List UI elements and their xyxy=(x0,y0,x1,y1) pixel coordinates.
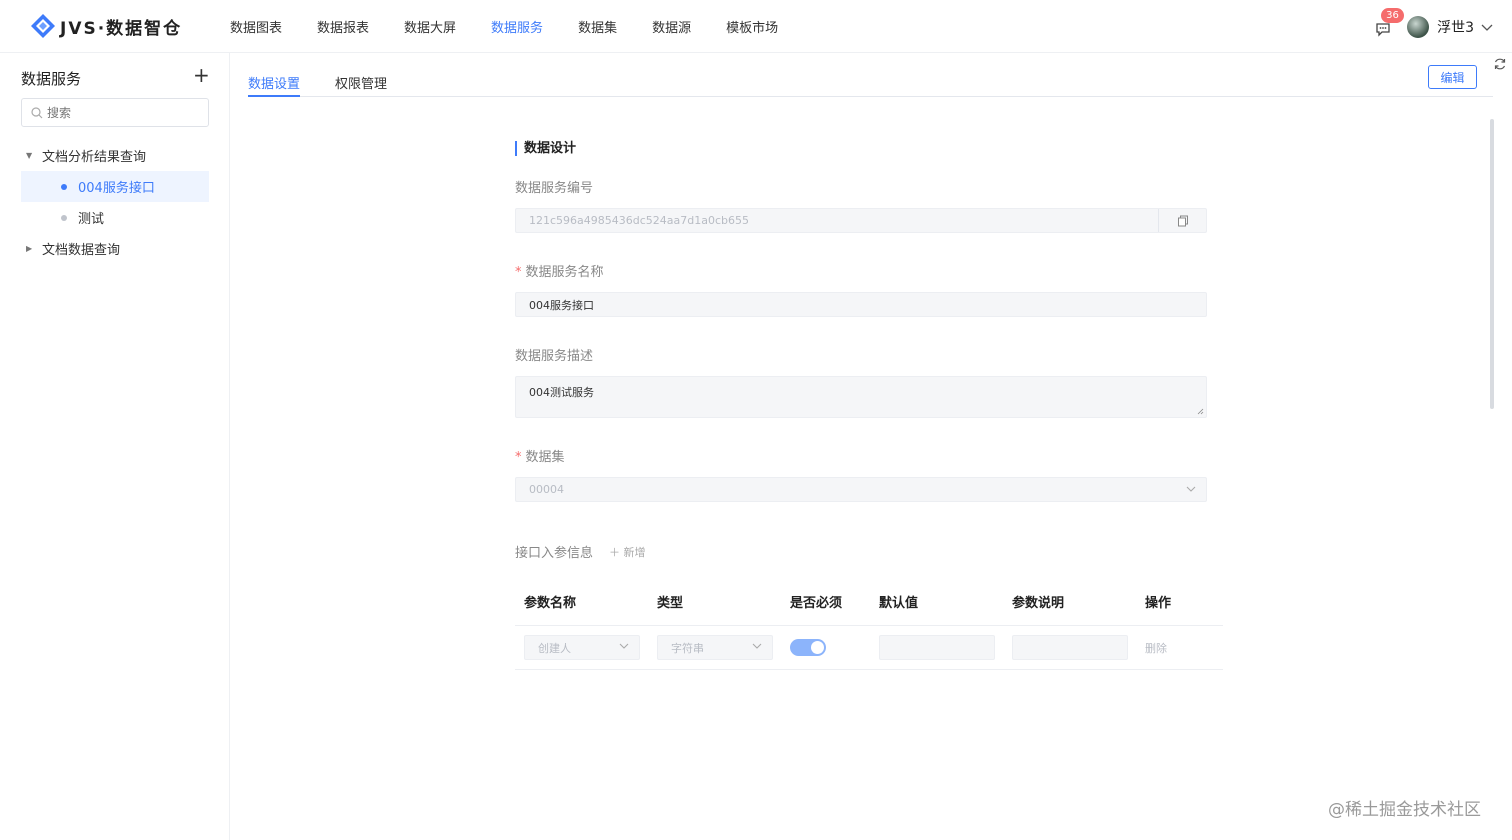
table-header: 参数名称 类型 是否必须 默认值 参数说明 操作 xyxy=(515,578,1223,626)
service-id-field: 121c596a4985436dc524aa7d1a0cb655 xyxy=(515,208,1207,233)
caret-down-icon: ▼ xyxy=(26,151,33,160)
service-desc-label: 数据服务描述 xyxy=(515,349,594,364)
col-required: 是否必须 xyxy=(790,596,843,611)
main-nav: 数据图表 数据报表 数据大屏 数据服务 数据集 数据源 模板市场 xyxy=(230,0,813,53)
delete-button[interactable]: 删除 xyxy=(1145,642,1167,655)
chevron-down-icon xyxy=(1186,486,1196,492)
dataset-value: 00004 xyxy=(529,483,564,496)
tab-data-settings[interactable]: 数据设置 xyxy=(248,53,301,97)
service-desc-textarea[interactable]: 004测试服务 xyxy=(515,376,1207,418)
sidebar-search[interactable] xyxy=(21,98,209,127)
chevron-down-icon xyxy=(752,643,762,649)
param-type-select[interactable]: 字符串 xyxy=(657,635,773,660)
nav-item-data-service[interactable]: 数据服务 xyxy=(491,17,543,36)
params-table: 参数名称 类型 是否必须 默认值 参数说明 操作 创建人 字符串 删除 xyxy=(515,578,1223,670)
service-name-label: * 数据服务名称 xyxy=(515,265,604,280)
sidebar-title: 数据服务 xyxy=(21,70,82,88)
user-area: 36 浮世3 xyxy=(1375,0,1494,53)
nav-item-template-market[interactable]: 模板市场 xyxy=(726,17,778,36)
chevron-down-icon[interactable] xyxy=(1480,20,1494,34)
param-name-value: 创建人 xyxy=(538,641,571,655)
col-type: 类型 xyxy=(657,596,684,611)
caret-right-icon: ▶ xyxy=(26,244,33,253)
nav-item-charts[interactable]: 数据图表 xyxy=(230,17,282,36)
tree-item-004-service[interactable]: 004服务接口 xyxy=(21,171,209,202)
refresh-icon[interactable] xyxy=(1493,57,1507,71)
dataset-label: * 数据集 xyxy=(515,450,565,465)
brand-logo[interactable]: JVS·数据智仓 xyxy=(30,12,182,40)
toggle-knob xyxy=(811,641,824,654)
nav-item-reports[interactable]: 数据报表 xyxy=(317,17,369,36)
sidebar: 数据服务 + ▼ 文档分析结果查询 004服务接口 测试 ▶ 文档数据查询 xyxy=(0,53,230,840)
brand-name: JVS·数据智仓 xyxy=(60,18,183,39)
service-id-value: 121c596a4985436dc524aa7d1a0cb655 xyxy=(529,214,750,227)
message-button[interactable]: 36 xyxy=(1375,7,1404,37)
nav-item-datasource[interactable]: 数据源 xyxy=(652,17,691,36)
tab-permission[interactable]: 权限管理 xyxy=(335,53,387,97)
col-action: 操作 xyxy=(1145,596,1172,611)
resize-grip-icon[interactable] xyxy=(1197,408,1204,415)
copy-icon xyxy=(1177,215,1188,226)
tree-item-test[interactable]: 测试 xyxy=(21,202,209,233)
content-tabs: 数据设置 权限管理 xyxy=(248,53,1493,97)
main-content: 数据设置 权限管理 编辑 数据设计 数据服务编号 121c596a4985436… xyxy=(231,53,1512,840)
avatar[interactable] xyxy=(1407,15,1430,38)
params-title: 接口入参信息 xyxy=(515,546,594,561)
bullet-icon xyxy=(61,214,67,221)
tree-item-label: 测试 xyxy=(78,212,105,227)
required-toggle[interactable] xyxy=(790,639,826,656)
col-default: 默认值 xyxy=(879,596,919,611)
nav-item-bigscreen[interactable]: 数据大屏 xyxy=(404,17,456,36)
service-tree: ▼ 文档分析结果查询 004服务接口 测试 ▶ 文档数据查询 xyxy=(21,140,209,264)
service-desc-value: 004测试服务 xyxy=(529,386,594,399)
tree-item-label: 004服务接口 xyxy=(78,181,155,196)
param-name-select[interactable]: 创建人 xyxy=(524,635,640,660)
tree-folder-label: 文档分析结果查询 xyxy=(42,150,147,165)
service-name-value: 004服务接口 xyxy=(529,298,594,312)
message-badge: 36 xyxy=(1381,7,1404,23)
params-header: 接口入参信息 ＋ 新增 xyxy=(515,542,1225,562)
copy-button[interactable] xyxy=(1158,209,1206,232)
col-desc: 参数说明 xyxy=(1012,596,1065,611)
tree-folder-label: 文档数据查询 xyxy=(42,243,121,258)
top-navbar: JVS·数据智仓 数据图表 数据报表 数据大屏 数据服务 数据集 数据源 模板市… xyxy=(0,0,1512,53)
search-input[interactable] xyxy=(47,105,197,120)
dataset-select[interactable]: 00004 xyxy=(515,477,1207,502)
param-desc-input[interactable] xyxy=(1012,635,1128,660)
col-param-name: 参数名称 xyxy=(524,596,577,611)
search-icon xyxy=(31,106,43,118)
service-name-input[interactable]: 004服务接口 xyxy=(515,292,1207,317)
param-type-value: 字符串 xyxy=(671,641,704,655)
default-value-input[interactable] xyxy=(879,635,995,660)
bullet-icon xyxy=(61,183,67,190)
tree-folder-doc-data[interactable]: ▶ 文档数据查询 xyxy=(21,233,209,264)
message-icon xyxy=(1376,22,1390,37)
data-design-form: 数据设计 数据服务编号 121c596a4985436dc524aa7d1a0c… xyxy=(515,141,1225,670)
chevron-down-icon xyxy=(619,643,629,649)
nav-item-dataset[interactable]: 数据集 xyxy=(578,17,617,36)
plus-icon[interactable]: + xyxy=(193,65,210,85)
scrollbar[interactable] xyxy=(1490,119,1494,409)
logo-icon xyxy=(31,14,55,38)
table-row: 创建人 字符串 删除 xyxy=(515,626,1223,670)
add-param-button[interactable]: ＋ 新增 xyxy=(609,544,646,560)
watermark: @稀土掘金技术社区 xyxy=(1328,800,1481,820)
edit-button[interactable]: 编辑 xyxy=(1428,65,1477,89)
section-title: 数据设计 xyxy=(515,141,1225,156)
service-id-label: 数据服务编号 xyxy=(515,181,594,196)
tree-folder-doc-analysis[interactable]: ▼ 文档分析结果查询 xyxy=(21,140,209,171)
username[interactable]: 浮世3 xyxy=(1437,17,1474,37)
